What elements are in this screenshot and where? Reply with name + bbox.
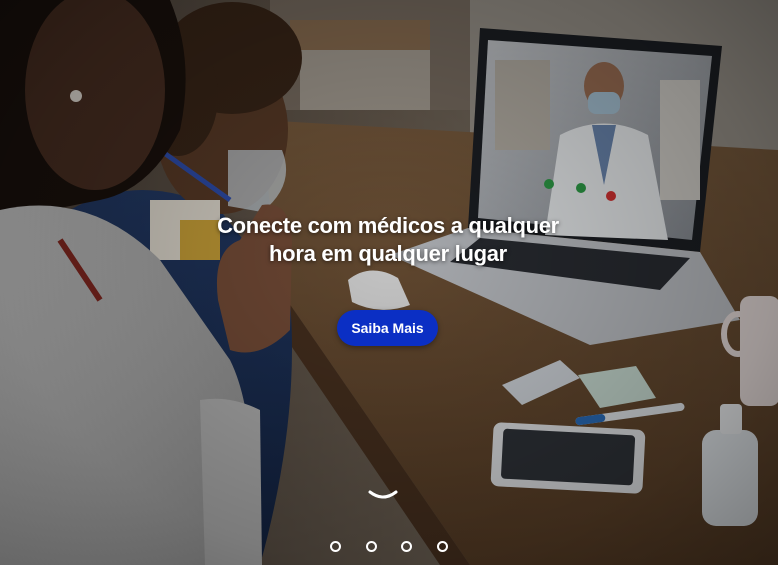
carousel-dot-1[interactable] (330, 540, 341, 552)
carousel-dot-4[interactable] (436, 540, 448, 552)
carousel-dot-3[interactable] (401, 540, 413, 552)
saiba-mais-button[interactable]: Saiba Mais (337, 310, 438, 346)
hero-headline: Conecte com médicos a qualquer hora em q… (210, 212, 566, 268)
hero-banner: Conecte com médicos a qualquer hora em q… (0, 0, 778, 565)
hero-background-photo (0, 0, 778, 565)
carousel-dot-2[interactable] (365, 540, 377, 552)
hero-headline-line-2: hora em qualquer lugar (269, 241, 507, 266)
carousel-indicators (330, 539, 448, 553)
hero-headline-line-1: Conecte com médicos a qualquer (217, 213, 559, 238)
chevron-down-icon[interactable] (366, 486, 400, 506)
